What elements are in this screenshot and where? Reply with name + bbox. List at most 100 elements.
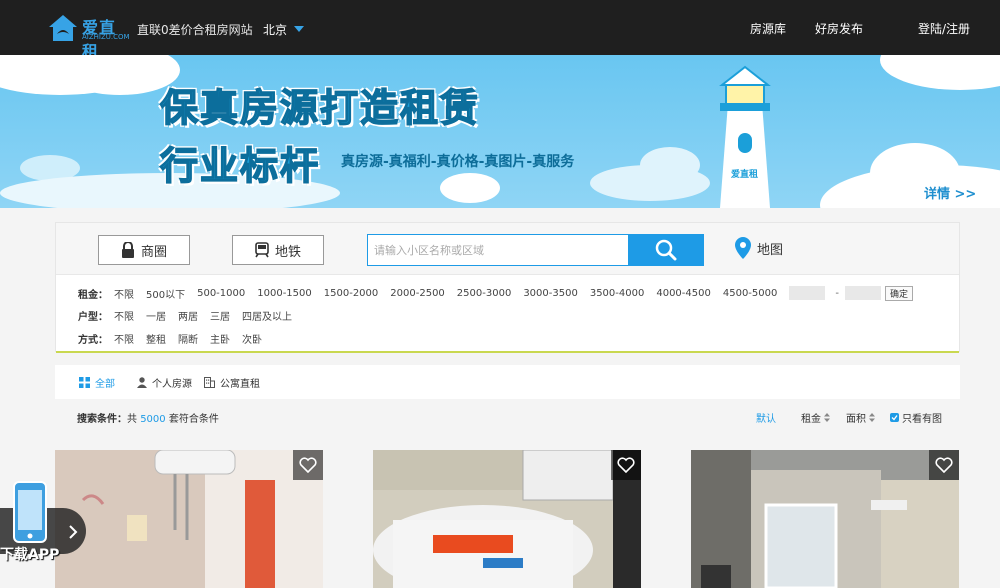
category-all-label: 全部 — [95, 379, 115, 390]
rent-option[interactable]: 不限 — [114, 286, 134, 301]
rent-option[interactable]: 4500-5000 — [723, 288, 778, 299]
layout-filter-label: 户型： — [78, 311, 108, 323]
category-apartment-label: 公寓直租 — [220, 379, 260, 390]
top-navbar: 爱直租 AIZHIZU.COM 直联0差价合租房网站 北京 房源库 好房发布 登… — [0, 0, 1000, 61]
only-photos-label: 只看有图 — [902, 414, 942, 425]
category-personal-label: 个人房源 — [152, 379, 192, 390]
favorite-button[interactable] — [611, 450, 641, 480]
person-icon — [137, 377, 147, 388]
rent-option[interactable]: 4000-4500 — [656, 288, 711, 299]
category-personal[interactable]: 个人房源 — [137, 375, 192, 390]
rent-option[interactable]: 500以下 — [146, 286, 185, 301]
caret-down-icon[interactable] — [294, 26, 304, 32]
rent-option[interactable]: 500-1000 — [197, 288, 245, 299]
results-summary: 搜索条件：共 5000 套符合条件 — [77, 410, 219, 425]
rental-mode-option[interactable]: 隔断 — [178, 331, 198, 346]
rent-option[interactable]: 3500-4000 — [590, 288, 645, 299]
results-prefix: 搜索条件： — [77, 414, 127, 425]
max-price-input[interactable] — [844, 286, 881, 300]
map-search-link[interactable]: 地图 — [735, 237, 783, 259]
search-icon — [655, 239, 677, 261]
sort-arrows-icon — [869, 413, 875, 422]
rent-option[interactable]: 2000-2500 — [390, 288, 445, 299]
category-tabs: 全部 个人房源 公寓直租 — [55, 365, 960, 399]
grid-icon — [79, 377, 90, 388]
rental-mode-filter-row: 方式： 不限 整租 隔断 主卧 次卧 — [78, 330, 274, 346]
lighthouse-illustration — [719, 65, 771, 208]
rental-mode-option[interactable]: 次卧 — [242, 331, 262, 346]
checkbox-checked-icon — [890, 413, 899, 422]
sort-rent-label: 租金 — [801, 414, 821, 425]
heart-icon — [299, 457, 317, 473]
tab-business-area-label: 商圈 — [140, 244, 167, 260]
nav-listings[interactable]: 房源库 — [750, 20, 786, 37]
rental-mode-option[interactable]: 不限 — [114, 331, 134, 346]
building-icon — [204, 377, 215, 388]
price-dash: - — [835, 287, 839, 299]
search-input[interactable] — [367, 234, 629, 266]
min-price-input[interactable] — [789, 286, 826, 300]
layout-option[interactable]: 三居 — [210, 308, 230, 323]
lighthouse-label: 爱直租 — [731, 170, 759, 180]
category-apartment[interactable]: 公寓直租 — [204, 375, 260, 390]
sort-default[interactable]: 默认 — [756, 410, 776, 425]
rent-option[interactable]: 1000-1500 — [257, 288, 312, 299]
sort-area-label: 面积 — [846, 414, 866, 425]
sort-area[interactable]: 面积 — [846, 410, 875, 425]
listing-photo — [55, 450, 323, 588]
banner-details-link[interactable]: 详情 >> — [924, 183, 976, 202]
nav-post-listing[interactable]: 好房发布 — [815, 20, 863, 37]
subway-icon — [255, 242, 269, 258]
heart-icon — [935, 457, 953, 473]
nav-login-register[interactable]: 登陆/注册 — [918, 20, 970, 37]
city-selector[interactable]: 北京 — [263, 21, 287, 38]
panel-divider — [56, 351, 959, 353]
layout-option[interactable]: 一居 — [146, 308, 166, 323]
rent-filter-label: 租金： — [78, 289, 108, 301]
tab-subway-label: 地铁 — [274, 244, 301, 260]
banner-subtitle: 真房源-真福利-真价格-真图片-真服务 — [341, 154, 575, 170]
chevron-right-icon — [69, 525, 78, 539]
banner-title-line1: 保真房源打造租赁 — [159, 85, 481, 131]
favorite-button[interactable] — [293, 450, 323, 480]
results-suffix: 套符合条件 — [168, 414, 219, 425]
price-confirm-button[interactable]: 确定 — [884, 285, 913, 301]
layout-option[interactable]: 不限 — [114, 308, 134, 323]
search-button[interactable] — [628, 234, 704, 266]
tab-business-area[interactable]: 商圈 — [98, 235, 190, 265]
rental-mode-option[interactable]: 主卧 — [210, 331, 230, 346]
listing-photo — [691, 450, 959, 588]
search-panel-top: 商圈 地铁 地图 — [56, 223, 959, 275]
rent-option[interactable]: 3000-3500 — [523, 288, 578, 299]
phone-icon — [13, 481, 47, 543]
layout-option[interactable]: 两居 — [178, 308, 198, 323]
sort-rent[interactable]: 租金 — [801, 410, 830, 425]
only-photos-toggle[interactable]: 只看有图 — [890, 410, 942, 425]
favorite-button[interactable] — [929, 450, 959, 480]
rent-filter-row: 租金： 不限 500以下 500-1000 1000-1500 1500-200… — [78, 285, 913, 301]
listing-card[interactable] — [55, 450, 323, 588]
rent-option[interactable]: 1500-2000 — [324, 288, 379, 299]
heart-icon — [617, 457, 635, 473]
sort-arrows-icon — [824, 413, 830, 422]
rental-mode-filter-label: 方式： — [78, 334, 108, 346]
house-logo-icon — [49, 15, 77, 41]
results-summary-bar: 搜索条件：共 5000 套符合条件 默认 租金 面积 只看有图 — [55, 405, 960, 429]
rent-option[interactable]: 2500-3000 — [457, 288, 512, 299]
layout-filter-row: 户型： 不限 一居 两居 三居 四居及以上 — [78, 307, 304, 323]
logo-subtext: AIZHIZU.COM — [82, 33, 130, 41]
listing-photo — [373, 450, 641, 588]
tab-subway[interactable]: 地铁 — [232, 235, 324, 265]
listing-card[interactable] — [373, 450, 641, 588]
promo-banner[interactable]: 爱直租 保真房源打造租赁 行业标杆 真房源-真福利-真价格-真图片-真服务 详情… — [0, 55, 1000, 208]
lock-icon — [121, 242, 134, 258]
download-app-widget[interactable]: 下载APP — [0, 480, 86, 566]
rental-mode-option[interactable]: 整租 — [146, 331, 166, 346]
banner-title-line2: 行业标杆 — [159, 143, 321, 189]
layout-option[interactable]: 四居及以上 — [242, 308, 292, 323]
listing-card[interactable] — [691, 450, 959, 588]
category-all[interactable]: 全部 — [79, 375, 115, 390]
map-link-label: 地图 — [757, 242, 784, 258]
search-panel: 商圈 地铁 地图 租金： 不限 — [55, 222, 960, 353]
site-logo[interactable]: 爱直租 AIZHIZU.COM — [48, 12, 130, 61]
